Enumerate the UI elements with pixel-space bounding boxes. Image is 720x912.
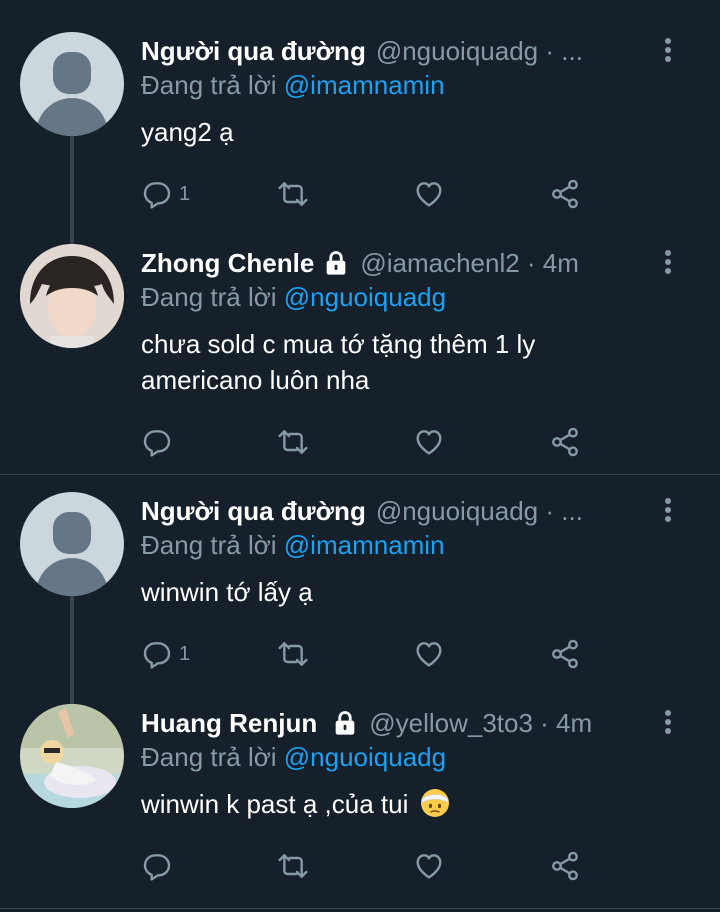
retweet-button[interactable]: [277, 634, 309, 674]
avatar[interactable]: [20, 244, 124, 348]
share-icon: [549, 178, 581, 210]
profile-photo: [20, 704, 124, 808]
heart-icon: [413, 178, 445, 210]
more-vertical-icon[interactable]: [664, 36, 672, 64]
heart-icon: [413, 850, 445, 882]
reply-icon: [141, 850, 173, 882]
reply-button[interactable]: 1: [141, 634, 190, 674]
reply-icon: [141, 426, 173, 458]
tweet-text: winwin k past ạ ,của tui: [141, 786, 621, 822]
mention-link[interactable]: @imamnamin: [284, 530, 445, 560]
user-handle[interactable]: @yellow_3to3 · 4m: [369, 708, 592, 739]
reply-button[interactable]: [141, 422, 173, 462]
reply-button[interactable]: [141, 846, 173, 886]
retweet-icon: [277, 850, 309, 882]
avatar[interactable]: [20, 704, 124, 808]
display-name[interactable]: Người qua đường: [141, 496, 366, 527]
retweet-button[interactable]: [277, 846, 309, 886]
tweet[interactable]: Zhong Chenle @iamachenl2 · 4m Đang trả l…: [0, 242, 720, 472]
divider: [0, 908, 720, 909]
tweet-header: Huang Renjun @yellow_3to3 · 4m: [141, 704, 650, 742]
reply-count: 1: [179, 642, 191, 665]
reply-icon: [141, 178, 173, 210]
tweet-text: chưa sold c mua tớ tặng thêm 1 ly americ…: [141, 329, 536, 395]
heart-icon: [413, 638, 445, 670]
more-vertical-icon[interactable]: [664, 496, 672, 524]
mention-link[interactable]: @nguoiquadg: [284, 742, 446, 772]
tweet-header: Zhong Chenle @iamachenl2 · 4m: [141, 244, 650, 282]
like-button[interactable]: [413, 422, 445, 462]
display-name[interactable]: Zhong Chenle: [141, 248, 314, 279]
retweet-icon: [277, 178, 309, 210]
share-icon: [549, 426, 581, 458]
like-button[interactable]: [413, 846, 445, 886]
more-vertical-icon[interactable]: [664, 248, 672, 276]
share-icon: [549, 850, 581, 882]
tweet-text: winwin tớ lấy ạ: [141, 577, 313, 607]
avatar[interactable]: [20, 492, 124, 596]
tweet-header: Người qua đường @nguoiquadg · ...: [141, 492, 650, 530]
retweet-icon: [277, 426, 309, 458]
replying-to: Đang trả lời @imamnamin: [141, 530, 445, 561]
action-bar: 1: [141, 174, 601, 214]
replying-prefix: Đang trả lời: [141, 742, 284, 772]
retweet-button[interactable]: [277, 422, 309, 462]
action-bar: [141, 422, 601, 462]
replying-prefix: Đang trả lời: [141, 530, 284, 560]
replying-to: Đang trả lời @nguoiquadg: [141, 282, 446, 313]
retweet-icon: [277, 638, 309, 670]
lock-icon: [322, 249, 350, 277]
display-name[interactable]: Người qua đường: [141, 36, 366, 67]
replying-prefix: Đang trả lời: [141, 282, 284, 312]
profile-photo: [20, 244, 124, 348]
replying-to: Đang trả lời @nguoiquadg: [141, 742, 446, 773]
divider: [0, 474, 720, 475]
tweet-text: yang2 ạ: [141, 117, 234, 147]
mention-link[interactable]: @nguoiquadg: [284, 282, 446, 312]
user-handle[interactable]: @iamachenl2 · 4m: [360, 248, 579, 279]
tweet-text-content: winwin k past ạ ,của tui: [141, 789, 409, 819]
retweet-button[interactable]: [277, 174, 309, 214]
display-name[interactable]: Huang Renjun: [141, 708, 317, 739]
share-icon: [549, 638, 581, 670]
share-button[interactable]: [549, 634, 581, 674]
replying-to: Đang trả lời @imamnamin: [141, 70, 445, 101]
heart-icon: [413, 426, 445, 458]
action-bar: 1: [141, 634, 601, 674]
reply-count: 1: [179, 182, 191, 205]
like-button[interactable]: [413, 634, 445, 674]
reply-button[interactable]: 1: [141, 174, 190, 214]
share-button[interactable]: [549, 422, 581, 462]
lock-icon: [331, 709, 359, 737]
face-with-head-bandage-emoji: [420, 789, 449, 817]
share-button[interactable]: [549, 846, 581, 886]
user-handle[interactable]: @nguoiquadg · ...: [376, 36, 583, 67]
reply-icon: [141, 638, 173, 670]
tweet[interactable]: Huang Renjun @yellow_3to3 · 4m Đang trả …: [0, 702, 720, 902]
thread-line: [70, 596, 74, 708]
replying-prefix: Đang trả lời: [141, 70, 284, 100]
tweet-header: Người qua đường @nguoiquadg · ...: [141, 32, 650, 70]
tweet[interactable]: Người qua đường @nguoiquadg · ... Đang t…: [0, 490, 720, 708]
avatar[interactable]: [20, 32, 124, 136]
mention-link[interactable]: @imamnamin: [284, 70, 445, 100]
action-bar: [141, 846, 601, 886]
like-button[interactable]: [413, 174, 445, 214]
tweet[interactable]: Người qua đường @nguoiquadg · ... Đang t…: [0, 30, 720, 276]
more-vertical-icon[interactable]: [664, 708, 672, 736]
share-button[interactable]: [549, 174, 581, 214]
user-handle[interactable]: @nguoiquadg · ...: [376, 496, 583, 527]
